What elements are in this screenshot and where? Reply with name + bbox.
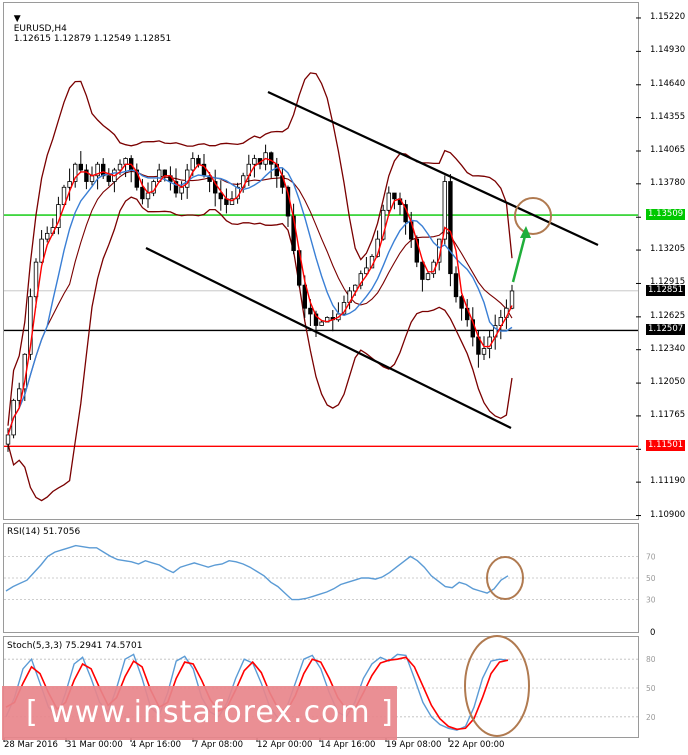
candle-body xyxy=(89,175,95,182)
level-price-label: 1.12507 xyxy=(646,324,686,336)
level-price-label: 1.13509 xyxy=(646,209,686,221)
stoch-axis-label: 20 xyxy=(646,713,656,722)
time-tick-label: 12 Apr 00:00 xyxy=(257,740,313,750)
candle-body xyxy=(386,192,391,211)
stoch-axis-label: 50 xyxy=(646,684,656,693)
candle-body xyxy=(140,186,145,200)
price-tick-label: 1.13780 xyxy=(650,177,686,188)
candle-body xyxy=(425,273,431,280)
chart-title-icon: ▼ xyxy=(13,14,21,24)
rsi-axis-label: 70 xyxy=(646,552,656,561)
ohlc-values: 1.12615 1.12879 1.12549 1.12851 xyxy=(13,34,172,44)
channel-upper-line xyxy=(267,91,599,246)
stoch-axis-label: 80 xyxy=(646,655,656,664)
price-tick-label: 1.12050 xyxy=(650,377,686,388)
candle-body xyxy=(392,192,397,200)
rsi-line xyxy=(5,544,509,601)
time-tick-label: 19 Apr 08:00 xyxy=(386,740,442,750)
candle-body xyxy=(448,181,453,275)
symbol-label: EURUSD,H4 xyxy=(13,24,67,34)
price-tick-label: 1.11765 xyxy=(650,409,686,420)
stoch-header: Stoch(5,3,3) 75.2941 74.5701 xyxy=(7,641,143,651)
price-tick-label: 1.12340 xyxy=(650,343,686,354)
slow-ma-line xyxy=(7,167,513,436)
bollinger-lower xyxy=(7,196,513,502)
candle-body xyxy=(162,169,167,177)
watermark-text: [ www.instaforex.com ] xyxy=(26,695,394,730)
up-arrow-head xyxy=(520,226,531,238)
price-tick-label: 1.14930 xyxy=(650,45,686,56)
price-tick-label: 1.11190 xyxy=(650,476,686,487)
price-tick-label: 1.10900 xyxy=(650,509,686,520)
candle-body xyxy=(319,321,324,326)
candle-body xyxy=(481,348,487,355)
rsi-header: RSI(14) 51.7056 xyxy=(7,527,81,537)
rsi-axis-label: 0 xyxy=(650,628,655,638)
time-tick-label: 31 Mar 00:00 xyxy=(66,740,123,750)
price-tick-label: 1.14640 xyxy=(650,78,686,89)
rsi-axis-label: 30 xyxy=(646,596,656,605)
candle-body xyxy=(252,158,257,165)
price-tick-label: 1.12625 xyxy=(650,310,686,321)
candle-body xyxy=(123,158,128,165)
candle-body xyxy=(78,163,83,171)
candle-body xyxy=(5,434,11,445)
bollinger-upper xyxy=(7,72,513,426)
candle-body xyxy=(453,273,459,298)
candle-body xyxy=(420,261,425,280)
price-tick-label: 1.14065 xyxy=(650,145,686,155)
candle-body xyxy=(268,152,274,165)
candle-body xyxy=(145,192,151,200)
candle-body xyxy=(101,163,106,177)
candle-body xyxy=(459,296,464,309)
rsi-axis-label: 50 xyxy=(646,574,656,583)
up-arrow-shaft xyxy=(511,231,528,283)
symbol-header: ▼ EURUSD,H4 1.12615 1.12879 1.12549 1.12… xyxy=(8,4,171,44)
price-tick-label: 1.15220 xyxy=(650,11,686,22)
candle-body xyxy=(106,175,111,182)
level-price-label: 1.11501 xyxy=(646,440,686,452)
price-tick-label: 1.14355 xyxy=(650,111,686,122)
time-tick-label: 7 Apr 08:00 xyxy=(193,740,244,750)
time-tick-label: 28 Mar 2016 xyxy=(4,740,58,750)
candle-body xyxy=(45,232,50,240)
time-tick-label: 4 Apr 16:00 xyxy=(131,740,182,750)
time-tick-label: 14 Apr 16:00 xyxy=(320,740,376,750)
time-tick-label: 22 Apr 00:00 xyxy=(449,740,505,750)
current-price-label: 1.12851 xyxy=(646,284,686,296)
candle-body xyxy=(196,158,201,165)
stoch-highlight-circle xyxy=(464,635,530,737)
fast-ma-line xyxy=(7,157,513,436)
candle-body xyxy=(308,307,313,315)
price-tick-label: 1.13205 xyxy=(650,244,686,255)
candle-body xyxy=(190,158,195,171)
